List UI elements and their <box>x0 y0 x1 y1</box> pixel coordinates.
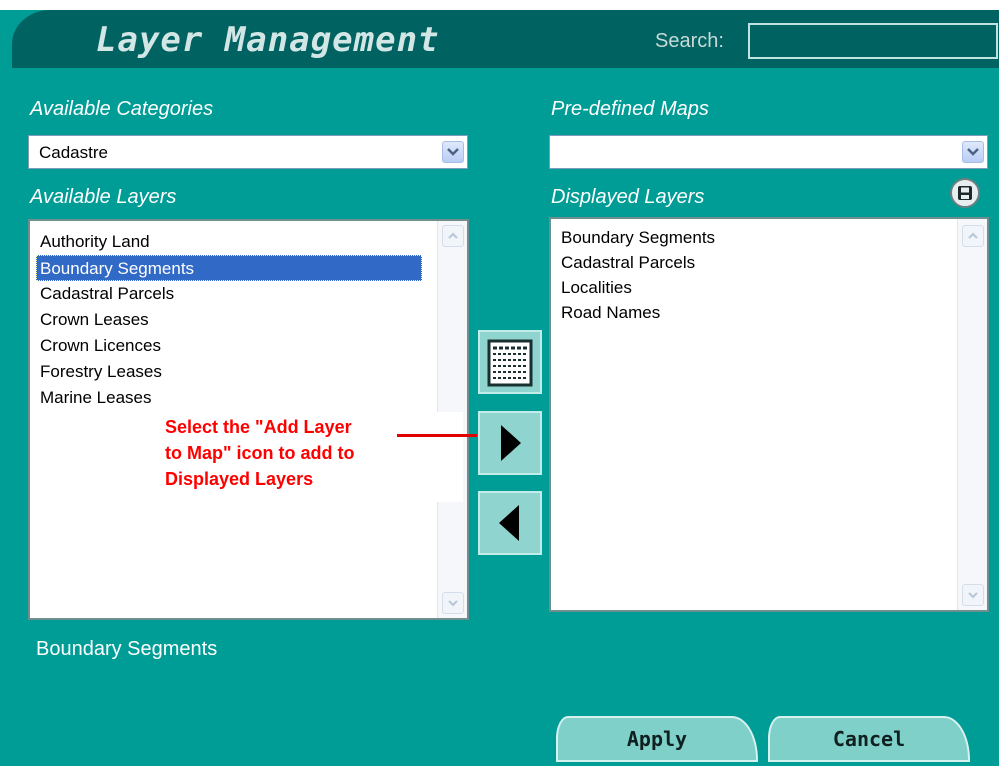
cancel-button[interactable]: Cancel <box>768 716 970 762</box>
list-item[interactable]: Authority Land <box>36 229 422 255</box>
selected-layer-status: Boundary Segments <box>36 638 218 660</box>
list-item[interactable]: Forestry Leases <box>36 359 422 385</box>
search-input[interactable] <box>748 23 998 59</box>
annotation-callout: Select the "Add Layer to Map" icon to ad… <box>145 412 463 502</box>
list-item[interactable]: Cadastral Parcels <box>36 281 422 307</box>
layer-management-panel: Layer Management Search: Available Categ… <box>0 0 999 766</box>
predefined-maps-dropdown[interactable] <box>549 135 988 169</box>
apply-button[interactable]: Apply <box>556 716 758 762</box>
save-icon <box>958 186 972 200</box>
search-label: Search: <box>655 30 724 52</box>
layer-details-button[interactable] <box>478 330 542 394</box>
header-bar: Layer Management Search: <box>12 10 999 68</box>
available-categories-label: Available Categories <box>30 98 214 120</box>
available-layers-label: Available Layers <box>30 186 177 208</box>
top-border <box>0 0 999 10</box>
scroll-up-button[interactable] <box>962 225 984 247</box>
list-item[interactable]: Boundary Segments <box>557 225 715 250</box>
list-item[interactable]: Localities <box>557 275 715 300</box>
layer-list-icon <box>487 339 533 387</box>
page-title: Layer Management <box>96 20 440 60</box>
list-item[interactable]: Crown Licences <box>36 333 422 359</box>
list-item[interactable]: Marine Leases <box>36 385 422 411</box>
add-layer-button[interactable] <box>478 411 542 475</box>
chevron-down-icon[interactable] <box>442 141 464 163</box>
scroll-down-button[interactable] <box>442 592 464 614</box>
annotation-line-1: Select the "Add Layer <box>165 417 352 437</box>
categories-selected-value: Cadastre <box>39 143 108 162</box>
remove-layer-button[interactable] <box>478 491 542 555</box>
predefined-maps-label: Pre-defined Maps <box>551 98 709 120</box>
annotation-pointer-line <box>397 434 477 437</box>
annotation-line-3: Displayed Layers <box>165 469 314 489</box>
displayed-layers-items: Boundary Segments Cadastral Parcels Locali… <box>557 225 715 325</box>
arrow-right-icon <box>501 425 521 461</box>
displayed-layers-label: Displayed Layers <box>551 186 705 208</box>
list-item[interactable]: Crown Leases <box>36 307 422 333</box>
arrow-left-icon <box>499 505 519 541</box>
annotation-line-2: to Map" icon to add to <box>165 443 355 463</box>
displayed-layers-list[interactable]: Boundary Segments Cadastral Parcels Locali… <box>549 217 989 612</box>
list-item[interactable]: Cadastral Parcels <box>557 250 715 275</box>
list-item[interactable]: Road Names <box>557 300 715 325</box>
chevron-down-icon[interactable] <box>962 141 984 163</box>
scroll-up-button[interactable] <box>442 225 464 247</box>
categories-dropdown[interactable]: Cadastre <box>28 135 468 169</box>
displayed-layers-scrollbar[interactable] <box>957 219 987 610</box>
annotation-text: Select the "Add Layer to Map" icon to ad… <box>165 414 425 492</box>
available-layers-items: Authority Land Boundary Segments Cadastral… <box>36 229 422 411</box>
list-item[interactable]: Boundary Segments <box>36 255 422 281</box>
scroll-down-button[interactable] <box>962 584 984 606</box>
save-map-button[interactable] <box>950 178 980 208</box>
